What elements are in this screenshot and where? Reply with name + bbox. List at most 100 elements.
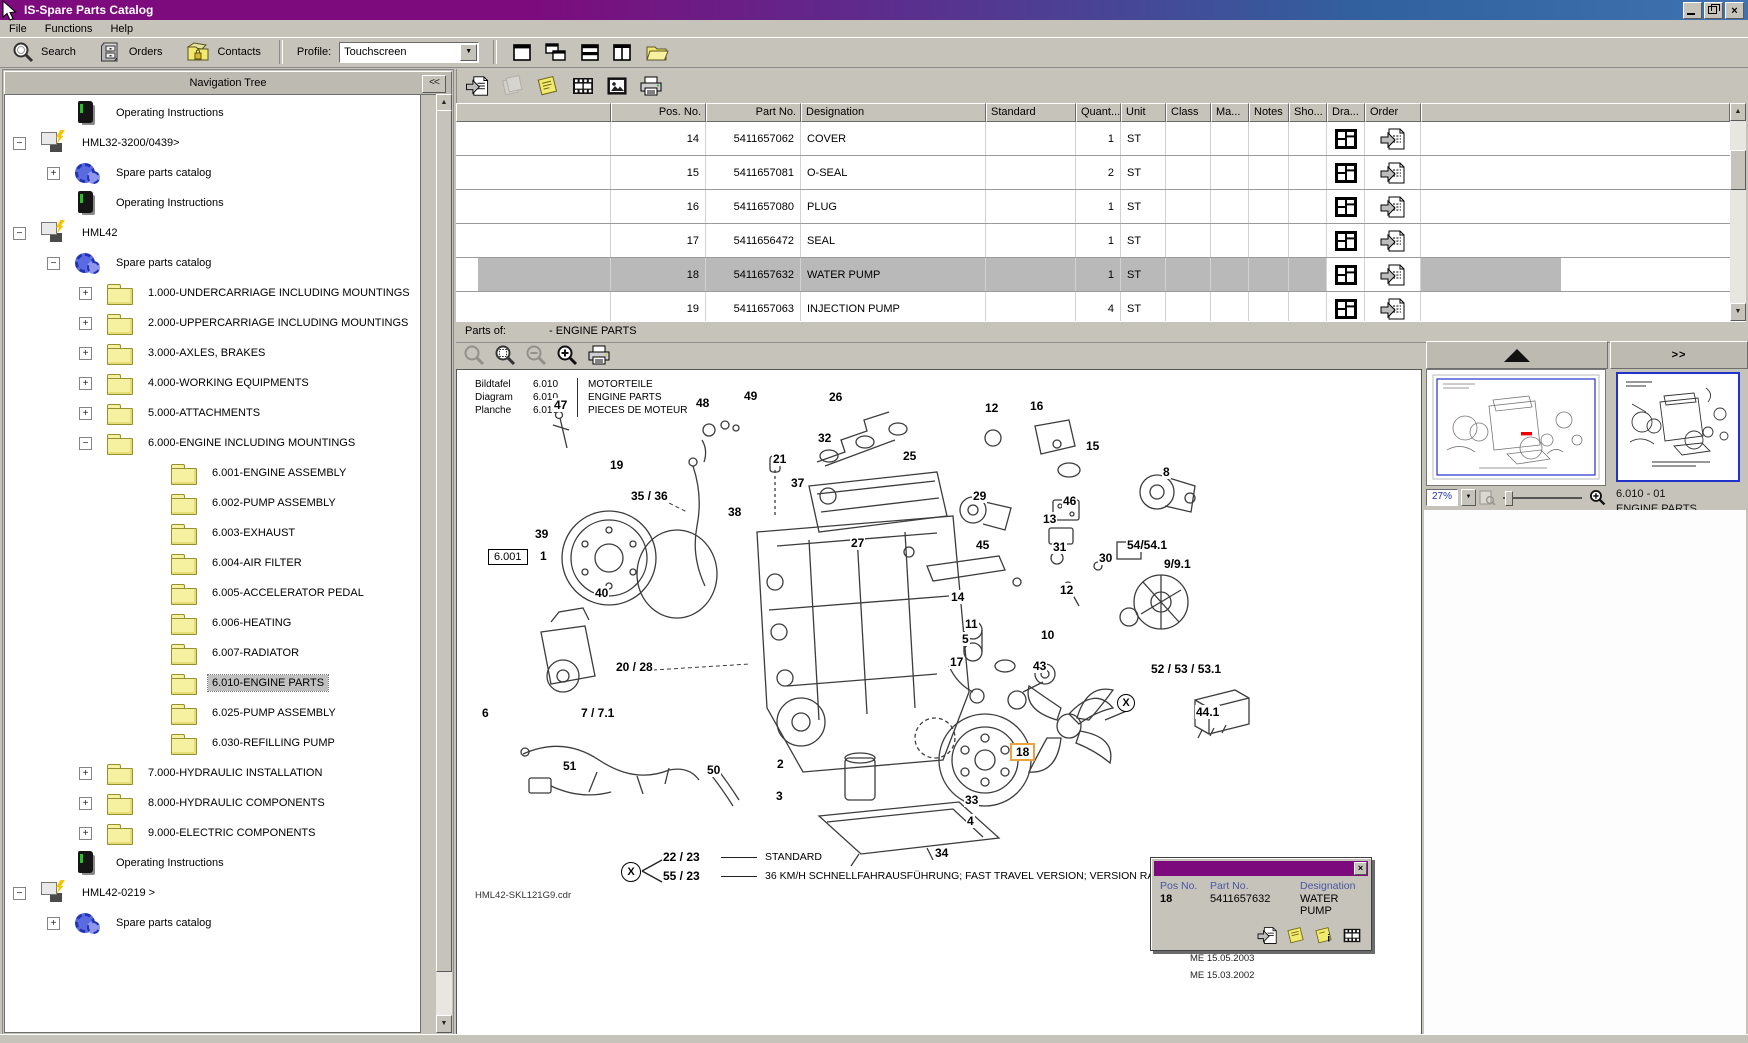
- part-callout[interactable]: 3: [775, 789, 784, 803]
- table-row[interactable]: 17 5411656472 SEAL 1 ST: [456, 224, 1730, 258]
- zoom-area-icon[interactable]: [494, 344, 516, 366]
- slider-thumb[interactable]: [1505, 491, 1513, 506]
- tree-item[interactable]: + 9.000-ELECTRIC COMPONENTS: [5, 818, 420, 848]
- tree-item[interactable]: 6.001-ENGINE ASSEMBLY: [5, 458, 420, 488]
- sheet-thumbnail-selected[interactable]: [1616, 372, 1740, 482]
- column-header-standard[interactable]: Standard: [986, 103, 1076, 122]
- tree-expander[interactable]: −: [47, 257, 60, 270]
- part-callout[interactable]: 15: [1085, 439, 1100, 453]
- tree-item[interactable]: Operating Instructions: [5, 188, 420, 218]
- tree-expander[interactable]: +: [79, 827, 92, 840]
- tree-item-label[interactable]: 6.010-ENGINE PARTS: [208, 675, 328, 691]
- order-icon[interactable]: [1380, 195, 1406, 219]
- tree-expander[interactable]: −: [13, 887, 26, 900]
- tree-item[interactable]: + 2.000-UPPERCARRIAGE INCLUDING MOUNTING…: [5, 308, 420, 338]
- part-callout[interactable]: 21: [772, 452, 787, 466]
- tree-item[interactable]: − HML42: [5, 218, 420, 248]
- order-icon[interactable]: [1380, 263, 1406, 287]
- tree-item-label[interactable]: 6.006-HEATING: [208, 615, 295, 631]
- drawing-icon[interactable]: [1334, 298, 1358, 320]
- column-header-designation[interactable]: Designation: [801, 103, 986, 122]
- part-callout[interactable]: 33: [964, 793, 979, 807]
- search-button[interactable]: Search: [0, 39, 88, 65]
- tree-expander[interactable]: +: [79, 377, 92, 390]
- column-header-pos[interactable]: Pos. No.: [611, 103, 706, 122]
- part-callout[interactable]: 20 / 28: [615, 660, 654, 674]
- profile-dropdown[interactable]: Touchscreen ▼: [339, 42, 479, 63]
- layout-single-icon[interactable]: [513, 44, 531, 61]
- part-callout[interactable]: 31: [1052, 540, 1067, 554]
- part-callout[interactable]: 30: [1098, 551, 1113, 565]
- part-callout[interactable]: 12: [984, 401, 999, 415]
- column-header[interactable]: [456, 103, 611, 122]
- tree-expander[interactable]: +: [79, 797, 92, 810]
- expand-up-icon[interactable]: [1504, 349, 1530, 362]
- zoom-slider[interactable]: [1503, 490, 1582, 504]
- image-icon[interactable]: [606, 75, 628, 97]
- part-callout[interactable]: 29: [972, 489, 987, 503]
- part-callout[interactable]: 14: [950, 590, 965, 604]
- part-callout[interactable]: 46: [1062, 494, 1077, 508]
- note-icon[interactable]: [536, 75, 560, 97]
- part-callout[interactable]: 38: [727, 505, 742, 519]
- tree-expander[interactable]: −: [13, 137, 26, 150]
- layout-rows-icon[interactable]: [581, 44, 599, 61]
- tree-item-label[interactable]: 5.000-ATTACHMENTS: [144, 405, 264, 421]
- part-callout[interactable]: 10: [1040, 628, 1055, 642]
- zoom-level-input[interactable]: 27%: [1426, 489, 1458, 506]
- tree-scrollbar[interactable]: ▲ ▼: [436, 94, 452, 1033]
- note-icon[interactable]: [1286, 926, 1306, 945]
- part-callout[interactable]: 4: [966, 814, 975, 828]
- table-row[interactable]: 16 5411657080 PLUG 1 ST: [456, 190, 1730, 224]
- drawing-icon[interactable]: [1334, 264, 1358, 286]
- part-callout[interactable]: 40: [594, 586, 609, 600]
- fit-page-icon[interactable]: [1479, 490, 1496, 505]
- film-icon[interactable]: [1342, 926, 1362, 945]
- order-icon[interactable]: [1380, 161, 1406, 185]
- column-header-ma[interactable]: Ma...: [1211, 103, 1249, 122]
- drawing-icon[interactable]: [1334, 128, 1358, 150]
- notes-disabled-icon[interactable]: [501, 75, 525, 97]
- tree-item[interactable]: + Spare parts catalog: [5, 158, 420, 188]
- column-header-notes[interactable]: Notes: [1249, 103, 1289, 122]
- tree-item-label[interactable]: 7.000-HYDRAULIC INSTALLATION: [144, 765, 326, 781]
- orders-button[interactable]: Orders: [88, 39, 175, 65]
- column-header-part[interactable]: Part No.: [706, 103, 801, 122]
- tree-expander[interactable]: +: [79, 347, 92, 360]
- tree-item[interactable]: − Spare parts catalog: [5, 248, 420, 278]
- tree-item[interactable]: 6.025-PUMP ASSEMBLY: [5, 698, 420, 728]
- part-info-popup[interactable]: × Pos No. Part No. Designation 18 541165…: [1150, 857, 1372, 951]
- tree-item[interactable]: + 7.000-HYDRAULIC INSTALLATION: [5, 758, 420, 788]
- part-callout[interactable]: 27: [850, 536, 865, 550]
- dropdown-arrow-icon[interactable]: ▼: [1461, 489, 1476, 506]
- tree-item-label[interactable]: 6.004-AIR FILTER: [208, 555, 306, 571]
- menu-item[interactable]: File: [0, 22, 36, 36]
- expand-right-icon[interactable]: >>: [1672, 349, 1687, 361]
- tree-item[interactable]: 6.007-RADIATOR: [5, 638, 420, 668]
- part-callout[interactable]: 51: [562, 759, 577, 773]
- column-header-unit[interactable]: Unit: [1121, 103, 1166, 122]
- column-header-shop[interactable]: Sho...: [1289, 103, 1327, 122]
- part-callout[interactable]: 7 / 7.1: [580, 706, 615, 720]
- scroll-down-icon[interactable]: ▼: [436, 1015, 452, 1033]
- tree-item[interactable]: Operating Instructions: [5, 98, 420, 128]
- column-header-drawing[interactable]: Dra...: [1327, 103, 1365, 122]
- tree-item-label[interactable]: 9.000-ELECTRIC COMPONENTS: [144, 825, 319, 841]
- tree-item-label[interactable]: HML42: [78, 225, 121, 241]
- part-callout[interactable]: 37: [790, 476, 805, 490]
- tree-item-label[interactable]: 6.007-RADIATOR: [208, 645, 303, 661]
- tree-item-label[interactable]: Spare parts catalog: [112, 915, 215, 931]
- part-callout[interactable]: 49: [743, 389, 758, 403]
- tree-expander[interactable]: +: [79, 767, 92, 780]
- tree-expander[interactable]: −: [79, 437, 92, 450]
- part-callout[interactable]: 1: [539, 549, 548, 563]
- tree-item[interactable]: 6.003-EXHAUST: [5, 518, 420, 548]
- drawing-icon[interactable]: [1334, 230, 1358, 252]
- tree-expander[interactable]: +: [47, 917, 60, 930]
- tree-item[interactable]: + 1.000-UNDERCARRIAGE INCLUDING MOUNTING…: [5, 278, 420, 308]
- tree-item[interactable]: 6.030-REFILLING PUMP: [5, 728, 420, 758]
- tree-item[interactable]: 6.002-PUMP ASSEMBLY: [5, 488, 420, 518]
- restore-button[interactable]: [1704, 2, 1723, 19]
- film-icon[interactable]: [571, 75, 595, 97]
- tree-expander[interactable]: +: [79, 317, 92, 330]
